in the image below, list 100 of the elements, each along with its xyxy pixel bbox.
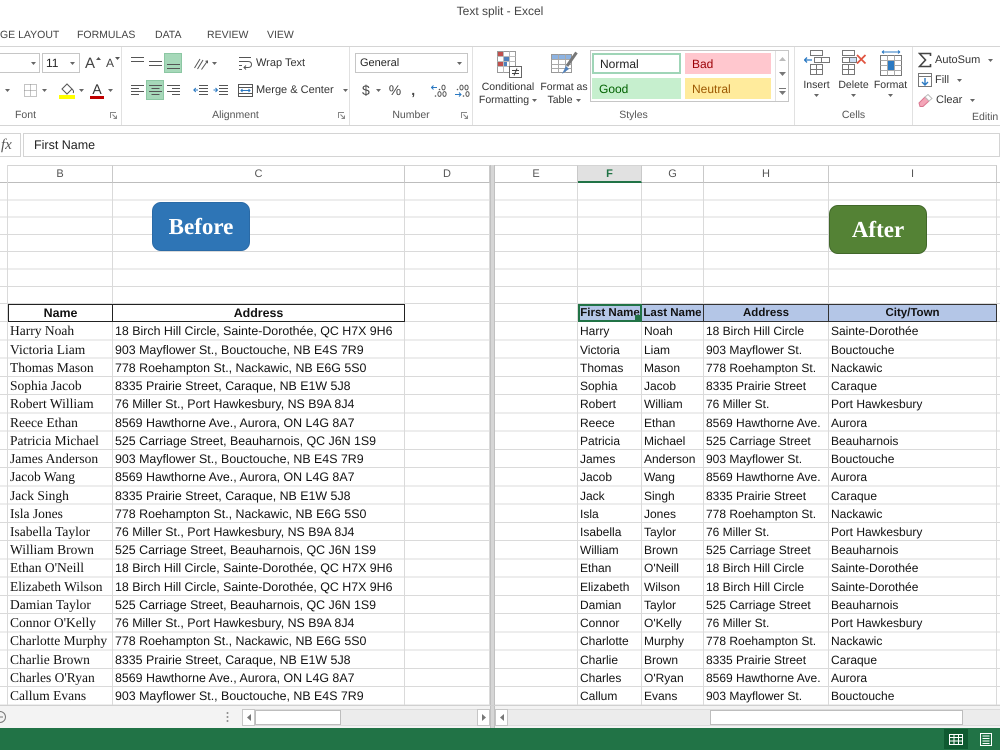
grow-font-button[interactable]: A: [85, 54, 102, 72]
dialog-launcher-icon[interactable]: [110, 112, 117, 118]
ribbon-tab[interactable]: REVIEW: [207, 29, 248, 41]
decrease-decimal-button[interactable]: [454, 84, 470, 96]
fill-color-button[interactable]: [59, 82, 84, 98]
ribbon-tab[interactable]: VIEW: [267, 29, 294, 41]
circle-icon[interactable]: [0, 711, 6, 723]
scroll-right-button[interactable]: [477, 708, 490, 726]
borders-icon: [24, 84, 37, 96]
table-cell-text: 18 Birch Hill Circle: [705, 578, 806, 596]
dialog-launcher-icon[interactable]: [461, 112, 468, 118]
triangle-right-icon: [482, 714, 486, 720]
delete-button[interactable]: Delete: [835, 50, 872, 108]
decrease-indent-button[interactable]: [193, 84, 208, 96]
comma-button[interactable]: ,: [411, 82, 416, 98]
table-header-cell[interactable]: Last Name: [642, 304, 704, 322]
table-cell-text: Sophia: [579, 378, 618, 396]
table-header-cell[interactable]: First Name: [578, 304, 642, 322]
align-middle-icon: [148, 60, 162, 66]
format-as-table-button[interactable]: Format as Table: [539, 51, 589, 108]
table-cell-text: Port Hawkesbury: [830, 615, 924, 632]
table-cell-text: Robert: [579, 396, 618, 414]
cell-style-option[interactable]: Bad: [685, 53, 771, 74]
autosum-button[interactable]: AutoSum: [918, 50, 1000, 70]
dialog-launcher-icon[interactable]: [338, 112, 345, 118]
scroll-down-icon[interactable]: [778, 72, 786, 76]
table-header-cell[interactable]: City/Town: [829, 304, 997, 322]
group-label: Styles: [619, 109, 648, 121]
column-header[interactable]: F: [578, 165, 642, 183]
column-header[interactable]: D: [405, 165, 490, 183]
table-cell-text: Thomas: [579, 360, 624, 377]
table-cell-text: Sainte-Dorothée: [830, 323, 920, 340]
drag-handle-icon[interactable]: [226, 711, 229, 723]
wrap-text-icon: [238, 56, 253, 70]
table-cell-text: Connor: [579, 615, 620, 632]
currency-button[interactable]: $: [362, 82, 381, 98]
table-cell-text: Charles: [579, 670, 622, 687]
clear-button[interactable]: Clear: [918, 90, 1000, 110]
column-header[interactable]: I: [829, 165, 997, 183]
ribbon-tab[interactable]: GE LAYOUT: [0, 29, 60, 41]
number-format-dropdown[interactable]: General: [355, 53, 468, 73]
table-cell-text: Murphy: [643, 633, 686, 650]
scroll-left-button[interactable]: [495, 708, 508, 726]
table-cell-text: O'Ryan: [643, 670, 685, 687]
table-cell-text: Reece Ethan: [9, 414, 79, 432]
increase-decimal-button[interactable]: [431, 84, 448, 96]
wrap-text-button[interactable]: Wrap Text: [238, 56, 306, 70]
cell-style-option[interactable]: Neutral: [685, 78, 771, 99]
align-center-button[interactable]: [146, 80, 164, 100]
insert-function-button[interactable]: fx: [0, 133, 21, 157]
column-header[interactable]: C: [113, 165, 405, 183]
ribbon-tab[interactable]: DATA: [155, 29, 182, 41]
align-bottom-button[interactable]: [164, 53, 182, 73]
conditional-formatting-button[interactable]: Conditional Formatting: [477, 51, 539, 108]
merge-center-button[interactable]: Merge & Center: [238, 84, 348, 96]
scrollbar-thumb[interactable]: [255, 710, 341, 724]
fill-button[interactable]: Fill: [918, 70, 1000, 90]
merge-cells-icon: [238, 84, 253, 96]
ribbon-tab[interactable]: FORMULAS: [77, 29, 136, 41]
table-header-cell: Address: [113, 304, 405, 322]
column-header[interactable]: H: [704, 165, 829, 183]
table-cell-text: Elizabeth: [579, 578, 630, 596]
caret-icon: [70, 62, 75, 64]
table-cell-text: Port Hawkesbury: [830, 396, 924, 414]
table-header-cell[interactable]: Address: [704, 304, 829, 322]
cell-style-option[interactable]: Normal: [592, 53, 681, 74]
column-header[interactable]: E: [495, 165, 578, 183]
table-cell-text: Wilson: [643, 578, 682, 596]
text-banner: Before: [152, 202, 250, 251]
cell-style-option[interactable]: Good: [592, 78, 681, 99]
scroll-left-button[interactable]: [242, 708, 255, 726]
table-cell-text: Brown: [643, 542, 680, 560]
column-header[interactable]: B: [8, 165, 113, 183]
group-label: Font: [15, 109, 36, 121]
increase-indent-button[interactable]: [213, 84, 228, 96]
insert-button[interactable]: Insert: [798, 50, 835, 108]
normal-view-button[interactable]: [944, 729, 968, 749]
table-cell-text: Ethan: [643, 414, 676, 432]
shrink-font-button[interactable]: A: [106, 54, 120, 72]
table-cell-text: Jacob Wang: [9, 468, 76, 486]
table-cell-text: 76 Miller St.: [705, 615, 770, 632]
scrollbar-thumb[interactable]: [710, 710, 963, 724]
font-color-button[interactable]: A: [90, 82, 113, 98]
table-cell-text: James Anderson: [9, 450, 100, 468]
format-button[interactable]: Format: [872, 50, 909, 108]
page-layout-icon: [980, 732, 992, 746]
orientation-button[interactable]: [193, 56, 217, 70]
table-cell-text: Thomas Mason: [9, 358, 95, 377]
align-center-icon: [148, 85, 162, 95]
table-cell-text: Nackawic: [830, 633, 884, 650]
table-cell-text: Charles O'Ryan: [9, 668, 96, 687]
more-icon[interactable]: [778, 88, 786, 96]
borders-button[interactable]: [24, 84, 47, 96]
formula-input[interactable]: First Name: [23, 133, 1000, 157]
table-cell-text: Victoria Liam: [9, 340, 86, 359]
column-header[interactable]: G: [642, 165, 704, 183]
font-size-dropdown[interactable]: 11: [42, 53, 80, 73]
table-cell-text: 903 Mayflower St.: [705, 688, 804, 705]
percent-button[interactable]: %: [388, 82, 402, 98]
table-cell-text: 778 Roehampton St., Nackawic, NB E6G 5S0: [114, 633, 368, 650]
